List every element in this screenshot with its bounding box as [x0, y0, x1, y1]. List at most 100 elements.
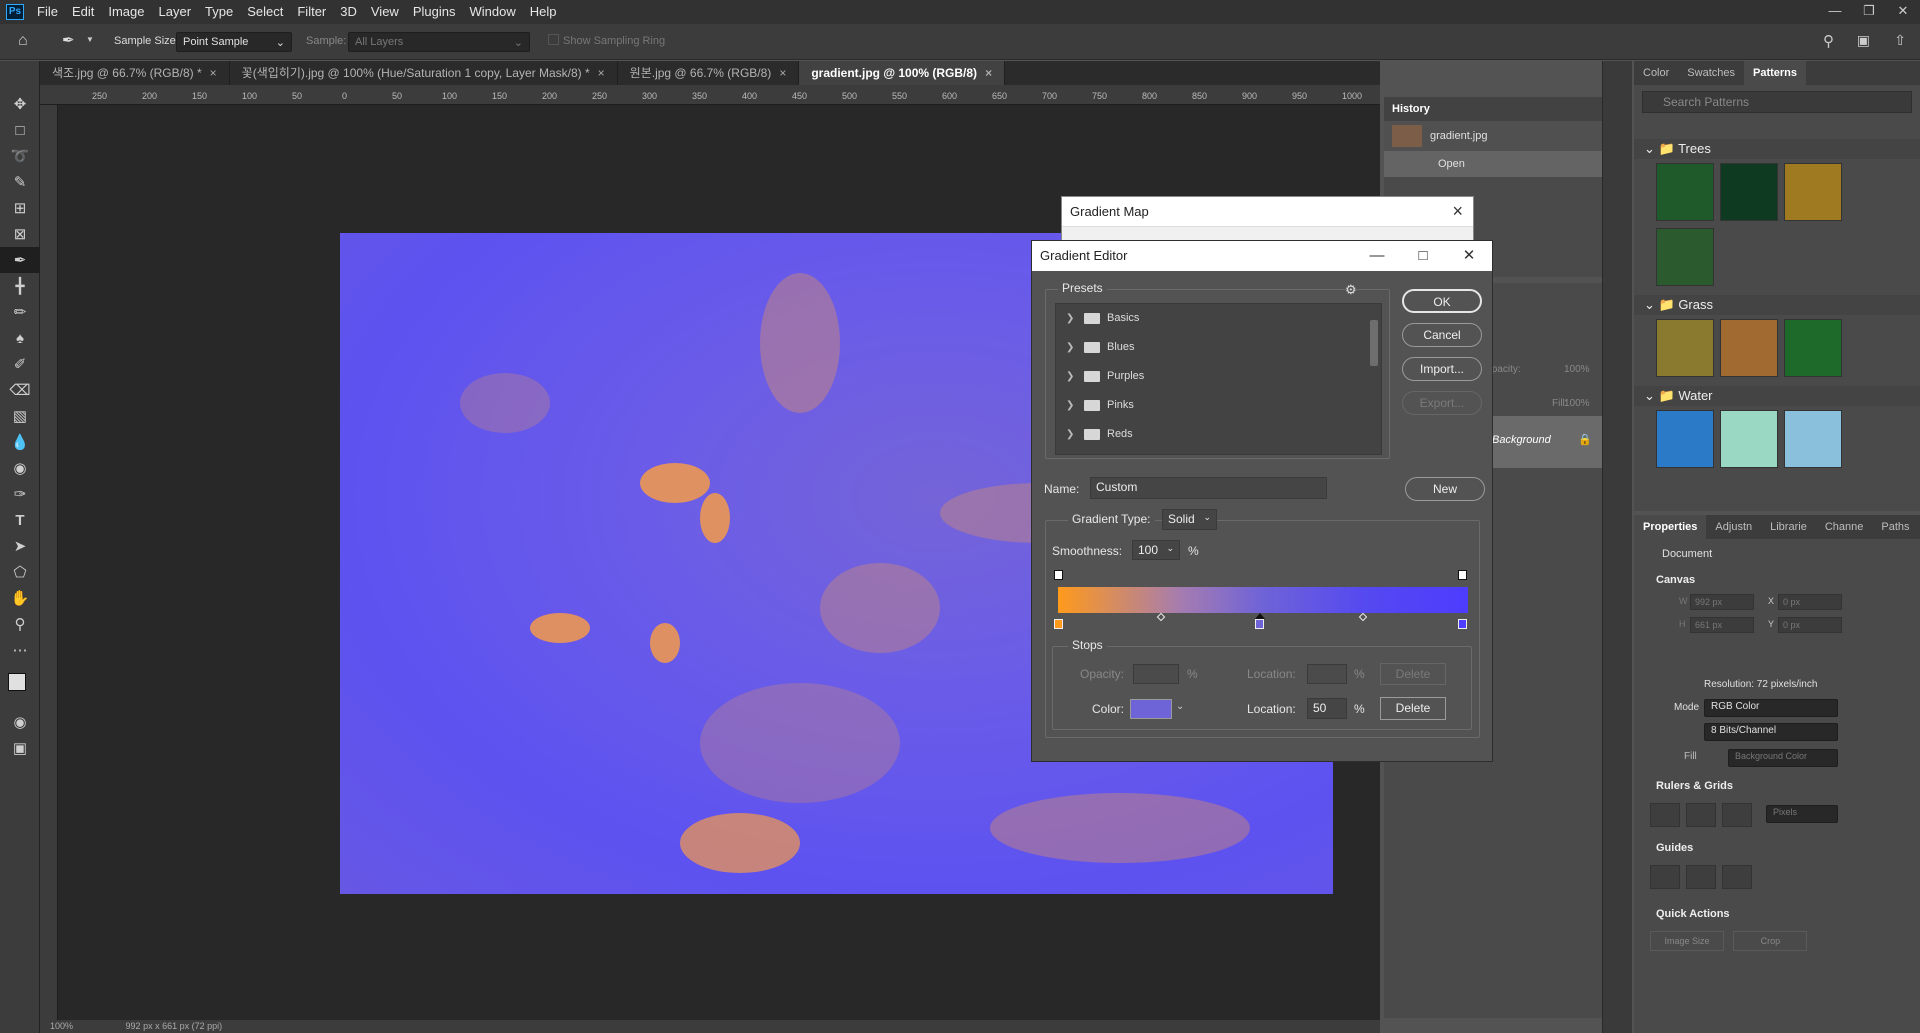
quick-actions-section[interactable]: Quick Actions [1634, 903, 1920, 925]
type-tool-icon[interactable]: T [0, 507, 40, 533]
menu-3d[interactable]: 3D [333, 0, 364, 24]
pixel-grid-toggle[interactable] [1722, 803, 1752, 827]
bits-select[interactable]: 8 Bits/Channel [1704, 723, 1838, 741]
crop-button[interactable]: Crop [1733, 931, 1808, 951]
tab-patterns[interactable]: Patterns [1744, 61, 1807, 85]
history-snapshot[interactable]: gradient.jpg [1384, 121, 1602, 151]
home-icon[interactable]: ⌂ [18, 32, 28, 50]
gradient-preview-bar[interactable] [1058, 587, 1468, 613]
close-tab-icon[interactable]: × [598, 66, 605, 80]
menu-image[interactable]: Image [101, 0, 151, 24]
gradient-name-input[interactable]: Custom [1090, 477, 1327, 499]
clone-stamp-icon[interactable]: ♠ [0, 325, 40, 351]
share-icon[interactable]: ⇧ [1894, 32, 1906, 49]
pattern-swatch[interactable] [1720, 410, 1778, 468]
zoom-level[interactable]: 100% [50, 1021, 73, 1031]
color-location-input[interactable]: 50 [1307, 698, 1347, 719]
horizontal-ruler[interactable]: 250 200 150 100 50 0 50 100 150 200 250 300 350 400 45… [40, 85, 1380, 105]
delete-color-stop-button[interactable]: Delete [1380, 697, 1446, 720]
layer-fill-value[interactable]: 100% [1564, 398, 1590, 409]
marquee-tool-icon[interactable]: □ [0, 117, 40, 143]
menu-filter[interactable]: Filter [290, 0, 333, 24]
layer-opacity-value[interactable]: 100% [1564, 364, 1590, 375]
show-ring-checkbox[interactable] [548, 34, 559, 45]
chevron-down-icon[interactable]: ⌄ [1176, 701, 1184, 712]
x-field[interactable]: 0 px [1778, 594, 1842, 610]
search-patterns-input[interactable]: Search Patterns [1642, 91, 1912, 113]
history-step[interactable]: Open [1384, 151, 1602, 177]
frame-tool-icon[interactable]: ⊠ [0, 221, 40, 247]
canvas-fill-select[interactable]: Background Color [1728, 749, 1838, 767]
menu-file[interactable]: File [30, 0, 65, 24]
restore-icon[interactable]: ❐ [1852, 0, 1886, 24]
menu-type[interactable]: Type [198, 0, 240, 24]
tab-libraries[interactable]: Librarie [1761, 515, 1816, 539]
color-stop-blue[interactable] [1458, 619, 1467, 629]
opacity-stop-right[interactable] [1458, 570, 1467, 580]
gradient-tool-icon[interactable]: ▧ [0, 403, 40, 429]
presets-scrollbar[interactable] [1370, 320, 1378, 366]
opacity-stop-left[interactable] [1054, 570, 1063, 580]
path-select-icon[interactable]: ➤ [0, 533, 40, 559]
new-button[interactable]: New [1405, 477, 1485, 501]
preset-folder-blues[interactable]: ❯ Blues [1056, 333, 1381, 362]
import-button[interactable]: Import... [1402, 357, 1482, 381]
delete-opacity-stop-button[interactable]: Delete [1380, 663, 1446, 685]
menu-select[interactable]: Select [240, 0, 290, 24]
preset-folder-reds[interactable]: ❯ Reds [1056, 420, 1381, 449]
export-button[interactable]: Export... [1402, 391, 1482, 415]
units-select[interactable]: Pixels [1766, 805, 1838, 823]
search-icon[interactable]: ⚲ [1823, 32, 1834, 50]
rulers-grids-section[interactable]: Rulers & Grids [1634, 775, 1920, 797]
tab-swatches[interactable]: Swatches [1678, 61, 1744, 85]
close-tab-icon[interactable]: × [210, 66, 217, 80]
cancel-button[interactable]: Cancel [1402, 323, 1482, 347]
color-swatches[interactable] [0, 663, 39, 709]
pattern-group-grass[interactable]: ⌄ 📁 Grass [1634, 295, 1920, 315]
close-icon[interactable]: ✕ [1446, 241, 1492, 271]
eraser-tool-icon[interactable]: ⌫ [0, 377, 40, 403]
minimize-icon[interactable]: — [1354, 241, 1400, 271]
brush-tool-icon[interactable]: ✏ [0, 299, 40, 325]
stop-color-swatch[interactable] [1130, 699, 1172, 719]
dodge-tool-icon[interactable]: ◉ [0, 455, 40, 481]
stop-opacity-input[interactable] [1133, 664, 1179, 684]
zoom-tool-icon[interactable]: ⚲ [0, 611, 40, 637]
shape-tool-icon[interactable]: ⬠ [0, 559, 40, 585]
maximize-icon[interactable]: □ [1400, 241, 1446, 271]
menu-window[interactable]: Window [462, 0, 522, 24]
tab-properties[interactable]: Properties [1634, 515, 1707, 539]
preset-folder-purples[interactable]: ❯ Purples [1056, 362, 1381, 391]
pen-tool-icon[interactable]: ✑ [0, 481, 40, 507]
color-stop-orange[interactable] [1054, 619, 1063, 629]
guide-layout-button[interactable] [1722, 865, 1752, 889]
crop-tool-icon[interactable]: ⊞ [0, 195, 40, 221]
pattern-swatch[interactable] [1656, 228, 1714, 286]
quick-select-tool-icon[interactable]: ✎ [0, 169, 40, 195]
mode-select[interactable]: RGB Color [1704, 699, 1838, 717]
healing-brush-icon[interactable]: ╋ [0, 273, 40, 299]
rulers-toggle[interactable] [1650, 803, 1680, 827]
menu-layer[interactable]: Layer [152, 0, 199, 24]
sample-select[interactable]: All Layers ⌄ [348, 32, 530, 52]
pattern-swatch[interactable] [1784, 410, 1842, 468]
pattern-group-trees[interactable]: ⌄ 📁 Trees [1634, 139, 1920, 159]
pattern-swatch[interactable] [1720, 319, 1778, 377]
pattern-swatch[interactable] [1720, 163, 1778, 221]
blur-tool-icon[interactable]: 💧 [0, 429, 40, 455]
tab-adjustments[interactable]: Adjustn [1706, 515, 1761, 539]
sample-size-select[interactable]: Point Sample ⌄ [176, 32, 292, 52]
pattern-swatch[interactable] [1784, 319, 1842, 377]
move-tool-icon[interactable]: ✥ [0, 91, 40, 117]
guides-section[interactable]: Guides [1634, 837, 1920, 859]
guides-toggle[interactable] [1650, 865, 1680, 889]
gradient-type-select[interactable]: Solid ⌄ [1162, 509, 1217, 530]
opacity-location-input[interactable] [1307, 664, 1347, 684]
tab-color[interactable]: Color [1634, 61, 1678, 85]
pattern-swatch[interactable] [1656, 410, 1714, 468]
vertical-ruler[interactable] [40, 105, 58, 1020]
chevron-down-icon[interactable]: ▼ [86, 35, 94, 44]
menu-view[interactable]: View [364, 0, 406, 24]
close-icon[interactable]: × [1452, 201, 1463, 222]
hand-tool-icon[interactable]: ✋ [0, 585, 40, 611]
